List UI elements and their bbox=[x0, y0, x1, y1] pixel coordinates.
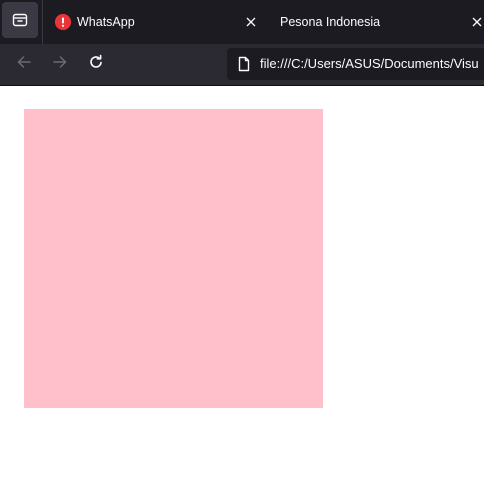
forward-button[interactable] bbox=[46, 50, 74, 78]
tab-list-button[interactable] bbox=[2, 2, 38, 38]
back-button[interactable] bbox=[10, 50, 38, 78]
page-content bbox=[0, 86, 484, 487]
alert-icon bbox=[55, 14, 71, 30]
tab-title: WhatsApp bbox=[77, 15, 135, 29]
tab-whatsapp[interactable]: WhatsApp bbox=[44, 0, 269, 44]
tab-list-icon bbox=[12, 12, 28, 28]
close-icon[interactable] bbox=[469, 14, 484, 30]
tab-pesona-indonesia[interactable]: Pesona Indonesia bbox=[270, 0, 484, 44]
arrow-right-icon bbox=[52, 54, 68, 75]
navigation-toolbar: file:///C:/Users/ASUS/Documents/Visu bbox=[0, 44, 484, 86]
arrow-left-icon bbox=[16, 54, 32, 75]
url-text[interactable]: file:///C:/Users/ASUS/Documents/Visu bbox=[260, 56, 479, 72]
browser-window: WhatsApp Pesona Indonesia file:///C:/Use… bbox=[0, 0, 484, 487]
address-bar[interactable]: file:///C:/Users/ASUS/Documents/Visu bbox=[227, 48, 484, 80]
pink-square bbox=[24, 109, 323, 408]
tab-strip: WhatsApp Pesona Indonesia bbox=[0, 0, 484, 44]
tab-divider bbox=[42, 0, 43, 44]
page-icon bbox=[236, 56, 252, 72]
reload-button[interactable] bbox=[82, 50, 110, 78]
tab-title: Pesona Indonesia bbox=[280, 15, 381, 29]
reload-icon bbox=[88, 54, 104, 75]
close-icon[interactable] bbox=[243, 14, 259, 30]
